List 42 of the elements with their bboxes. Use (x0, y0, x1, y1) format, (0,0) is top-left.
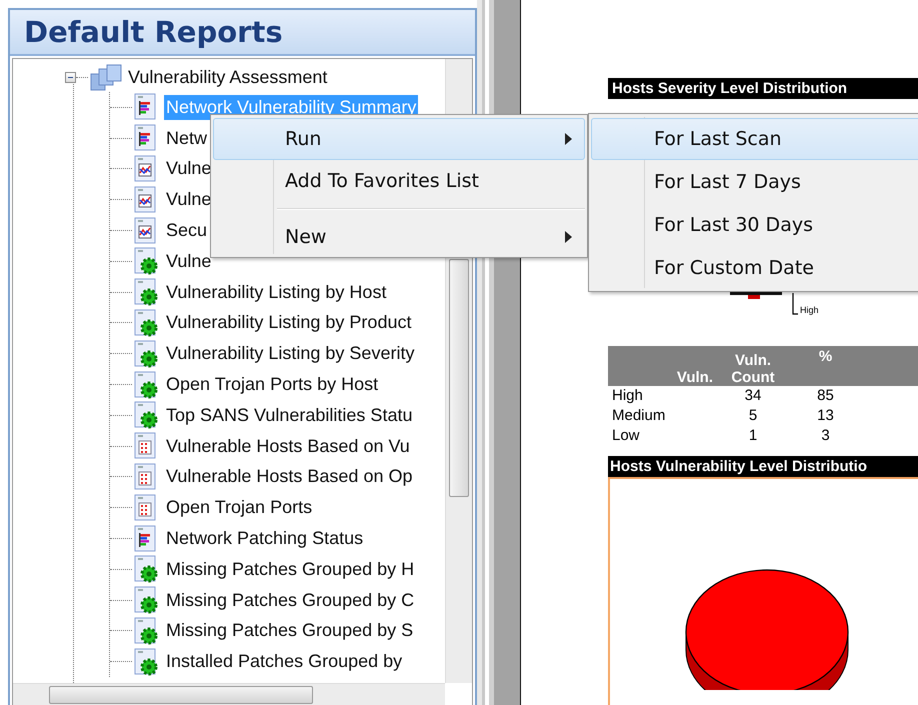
menu-item[interactable]: New (213, 216, 585, 258)
section-title: Hosts Vulnerability Level Distributio (608, 456, 918, 479)
table-cell-text: 85 (816, 386, 835, 406)
tree-item[interactable]: Missing Patches Grouped by S (164, 618, 416, 644)
tree-item[interactable]: Missing Patches Grouped by H (164, 556, 416, 582)
menu-item[interactable]: For Last 7 Days (591, 161, 918, 203)
section-title: Hosts Severity Level Distribution (608, 78, 918, 99)
table-cell-text: 3 (820, 426, 831, 446)
menu-item[interactable]: For Custom Date (591, 247, 918, 289)
table-cell-text: Low (611, 426, 641, 446)
table-cell-text: Medium (611, 406, 666, 426)
tree-item[interactable]: Netw (164, 126, 210, 151)
tree-item[interactable]: Top SANS Vulnerabilities Statu (164, 402, 414, 428)
table-cell-text: High (611, 386, 644, 406)
tree-item[interactable]: Vulnerable Hosts Based on Op (164, 464, 414, 490)
tree-item[interactable]: Vulne (164, 156, 214, 182)
table-cell-text: 34 (744, 386, 762, 406)
column-header: Vuln. Count (730, 352, 776, 386)
tree-item[interactable]: Open Trojan Ports (164, 495, 314, 520)
tree-item[interactable]: Vulnerability Listing by Product (164, 310, 414, 336)
panel-title: Default Reports (24, 15, 283, 49)
column-header: % (818, 347, 834, 365)
menu-item[interactable]: Run (213, 118, 585, 160)
tree-item[interactable]: Vulne (164, 248, 214, 274)
column-header: Vuln. (676, 369, 713, 386)
tree-item[interactable]: Vulne (164, 187, 214, 212)
menu-item[interactable]: For Last Scan (591, 118, 918, 160)
tree-item[interactable]: Vulnerability Listing by Host (164, 280, 388, 305)
table-cell-text: 5 (748, 406, 758, 426)
tree-item[interactable]: Missing Patches Grouped by C (164, 588, 416, 613)
chart-label: High (800, 305, 819, 315)
tree-item[interactable]: Secu (164, 218, 210, 244)
tree-item[interactable]: Vulnerability Listing by Severity (164, 341, 416, 366)
tree-item[interactable]: Installed Patches Grouped by (164, 649, 404, 674)
table-cell-text: 13 (816, 406, 835, 426)
menu-item[interactable]: Add To Favorites List (213, 160, 585, 202)
tree-item[interactable]: Open Trojan Ports by Host (164, 372, 380, 398)
menu-item[interactable]: For Last 30 Days (591, 204, 918, 246)
tree-item[interactable]: Vulnerable Hosts Based on Vu (164, 434, 412, 459)
table-cell-text: 1 (748, 426, 758, 446)
tree-item[interactable]: Network Patching Status (164, 526, 366, 552)
tree-item[interactable]: Vulnerability Assessment (128, 67, 328, 88)
